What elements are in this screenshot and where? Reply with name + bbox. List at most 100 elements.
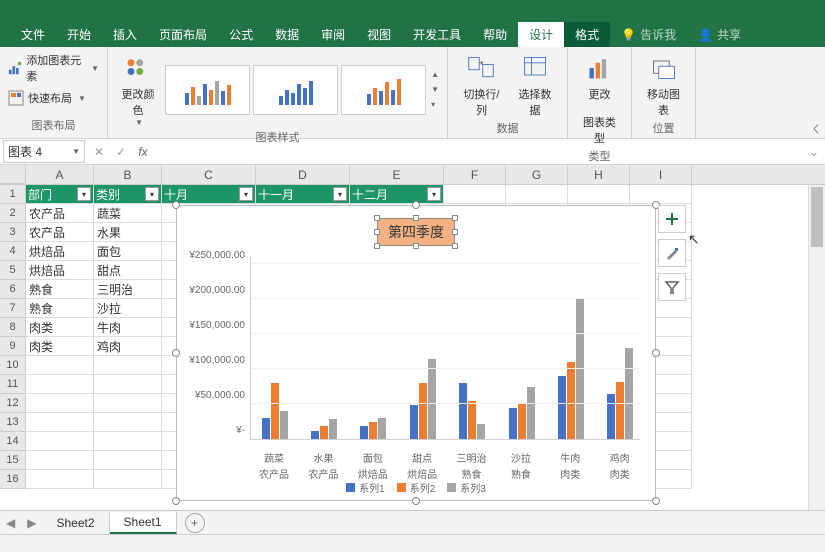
col-header[interactable]: B xyxy=(94,165,162,184)
quick-layout[interactable]: 快速布局▼ xyxy=(6,88,88,108)
cell[interactable] xyxy=(94,451,162,470)
row-header[interactable]: 13 xyxy=(0,413,26,432)
chart-bar[interactable] xyxy=(509,408,517,440)
row-header[interactable]: 1 xyxy=(0,185,26,204)
filter-icon[interactable]: ▾ xyxy=(77,187,91,201)
cell[interactable] xyxy=(506,185,568,204)
chart-style-gallery[interactable] xyxy=(162,62,429,118)
plot-area[interactable] xyxy=(250,256,640,440)
add-sheet-button[interactable]: + xyxy=(185,513,205,533)
cell[interactable] xyxy=(26,432,94,451)
row-header[interactable]: 2 xyxy=(0,204,26,223)
select-data[interactable]: 选择数据 xyxy=(509,50,561,120)
sheet-tab-sheet2[interactable]: Sheet2 xyxy=(42,513,109,533)
chart-bar[interactable] xyxy=(518,403,526,439)
row-header[interactable]: 11 xyxy=(0,375,26,394)
tab-insert[interactable]: 插入 xyxy=(102,22,148,47)
data-cell[interactable]: 熟食 xyxy=(26,280,94,299)
chart-bar[interactable] xyxy=(419,383,427,439)
cell[interactable] xyxy=(94,394,162,413)
row-header[interactable]: 15 xyxy=(0,451,26,470)
collapse-ribbon-icon[interactable]: ㄑ xyxy=(811,121,821,136)
cell[interactable] xyxy=(26,451,94,470)
resize-handle[interactable] xyxy=(652,497,660,505)
table-header-cell[interactable]: 部门▾ xyxy=(26,185,94,204)
change-chart-type[interactable]: 更改图表类型 xyxy=(574,50,625,148)
sheet-tab-sheet1[interactable]: Sheet1 xyxy=(110,512,177,534)
cell[interactable] xyxy=(568,185,630,204)
change-color[interactable]: 更改颜色▼ xyxy=(114,50,162,129)
data-cell[interactable]: 甜点 xyxy=(94,261,162,280)
table-header-cell[interactable]: 十二月▾ xyxy=(350,185,444,204)
cell[interactable] xyxy=(94,375,162,394)
chart-bar[interactable] xyxy=(567,362,575,439)
chart-bar[interactable] xyxy=(616,382,624,439)
chart-bar[interactable] xyxy=(329,419,337,439)
col-header[interactable]: C xyxy=(162,165,256,184)
chart-bar[interactable] xyxy=(271,383,279,439)
move-chart[interactable]: 移动图表 xyxy=(638,50,689,120)
tab-dev[interactable]: 开发工具 xyxy=(402,22,472,47)
filter-icon[interactable]: ▾ xyxy=(239,187,253,201)
more-icon[interactable]: ▾ xyxy=(431,100,439,109)
tab-format[interactable]: 格式 xyxy=(564,22,610,47)
style-thumb-1[interactable] xyxy=(165,65,250,115)
row-header[interactable]: 9 xyxy=(0,337,26,356)
chart-bar[interactable] xyxy=(262,418,270,439)
data-cell[interactable]: 农产品 xyxy=(26,223,94,242)
style-thumb-3[interactable] xyxy=(341,65,426,115)
chart-bar[interactable] xyxy=(369,422,377,440)
col-header[interactable]: H xyxy=(568,165,630,184)
row-header[interactable]: 16 xyxy=(0,470,26,489)
legend-item[interactable]: 系列1 xyxy=(346,480,385,495)
resize-handle[interactable] xyxy=(172,349,180,357)
switch-row-col[interactable]: 切换行/列 xyxy=(454,50,509,120)
filter-icon[interactable]: ▾ xyxy=(427,187,441,201)
tab-layout[interactable]: 页面布局 xyxy=(148,22,218,47)
resize-handle[interactable] xyxy=(172,497,180,505)
tell-me[interactable]: 💡告诉我 xyxy=(610,22,687,47)
col-header[interactable]: G xyxy=(506,165,568,184)
data-cell[interactable]: 烘焙品 xyxy=(26,261,94,280)
cell[interactable] xyxy=(94,432,162,451)
cell[interactable] xyxy=(26,375,94,394)
chart-bar[interactable] xyxy=(576,299,584,439)
resize-handle[interactable] xyxy=(652,349,660,357)
chart-bar[interactable] xyxy=(360,426,368,439)
add-chart-element[interactable]: 添加图表元素▼ xyxy=(6,50,101,86)
col-header[interactable]: F xyxy=(444,165,506,184)
cell[interactable] xyxy=(26,394,94,413)
chart-bar[interactable] xyxy=(320,426,328,439)
data-cell[interactable]: 农产品 xyxy=(26,204,94,223)
chart-filter-button[interactable] xyxy=(658,273,686,301)
row-header[interactable]: 5 xyxy=(0,261,26,280)
chart-bar[interactable] xyxy=(428,359,436,440)
scroll-down-icon[interactable]: ▼ xyxy=(431,85,439,94)
expand-formula-icon[interactable]: ⌄ xyxy=(803,141,825,163)
data-cell[interactable]: 烘焙品 xyxy=(26,242,94,261)
tab-formula[interactable]: 公式 xyxy=(218,22,264,47)
col-header[interactable]: D xyxy=(256,165,350,184)
select-all-corner[interactable] xyxy=(0,165,26,184)
tab-view[interactable]: 视图 xyxy=(356,22,402,47)
tab-help[interactable]: 帮助 xyxy=(472,22,518,47)
cell[interactable] xyxy=(26,470,94,489)
row-header[interactable]: 14 xyxy=(0,432,26,451)
chart-bar[interactable] xyxy=(410,405,418,439)
chart-bar[interactable] xyxy=(625,348,633,439)
table-header-cell[interactable]: 类别▾ xyxy=(94,185,162,204)
cell[interactable] xyxy=(444,185,506,204)
chart-bar[interactable] xyxy=(280,411,288,439)
data-cell[interactable]: 三明治 xyxy=(94,280,162,299)
chart-bar[interactable] xyxy=(607,394,615,440)
row-header[interactable]: 6 xyxy=(0,280,26,299)
legend-item[interactable]: 系列3 xyxy=(447,480,486,495)
data-cell[interactable]: 水果 xyxy=(94,223,162,242)
data-cell[interactable]: 肉类 xyxy=(26,337,94,356)
chart-title[interactable]: 第四季度 xyxy=(377,218,455,246)
data-cell[interactable]: 熟食 xyxy=(26,299,94,318)
cell[interactable] xyxy=(94,413,162,432)
chart-bar[interactable] xyxy=(459,383,467,439)
share-button[interactable]: 👤共享 xyxy=(687,22,752,47)
chart-elements-button[interactable] xyxy=(658,205,686,233)
